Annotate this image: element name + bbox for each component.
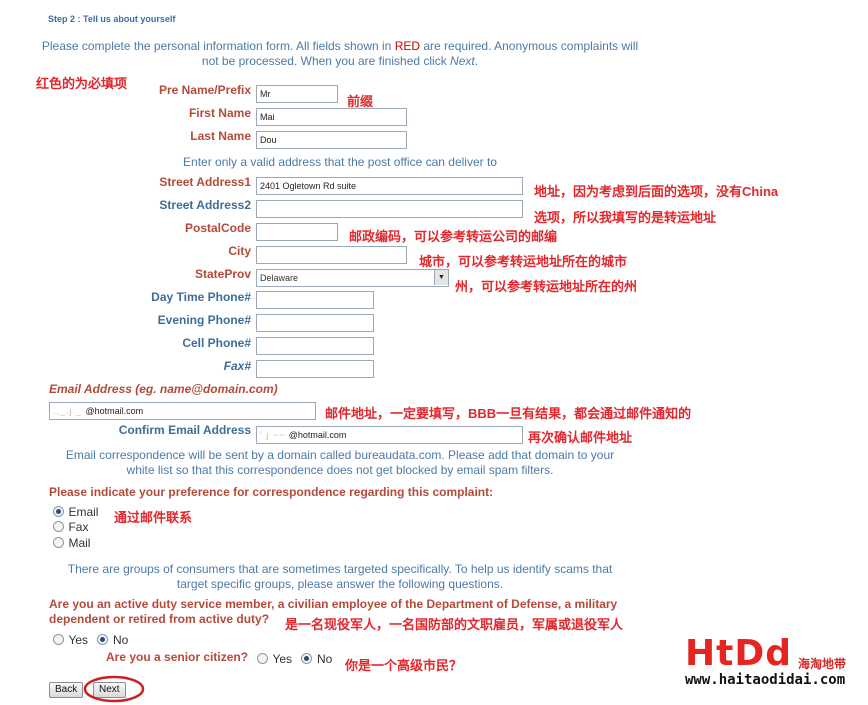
street1-input[interactable]: 2401 Ogletown Rd suite bbox=[256, 177, 523, 195]
fax-label: Fax# bbox=[223, 359, 251, 373]
radio-email[interactable] bbox=[53, 506, 64, 518]
radio-senior-no[interactable] bbox=[301, 653, 313, 665]
email-label: Email Address (eg. name@domain.com) bbox=[49, 382, 278, 396]
groups-note: There are groups of consumers that are s… bbox=[67, 562, 613, 591]
cell-phone-input[interactable] bbox=[256, 337, 374, 355]
confirm-email-label: Confirm Email Address bbox=[118, 423, 251, 437]
annotation-postal-hint: 邮政编码，可以参考转运公司的邮编 bbox=[349, 229, 558, 244]
annotation-senior-hint: 你是一个高级市民？ bbox=[345, 658, 463, 673]
radio-military-yes[interactable] bbox=[53, 634, 64, 646]
chevron-down-icon[interactable]: ▼ bbox=[434, 270, 448, 285]
prefix-input[interactable]: Mr bbox=[256, 85, 338, 103]
radio-mail-label: Mail bbox=[68, 536, 91, 550]
last-name-input[interactable]: Dou bbox=[256, 131, 407, 149]
watermark-logo: HtDd 海淘地带 www.haitaodidai.com bbox=[684, 633, 846, 689]
first-name-label: First Name bbox=[188, 106, 251, 120]
street2-label: Street Address2 bbox=[159, 198, 251, 212]
email-redacted-part: .,_.j _ bbox=[53, 406, 86, 416]
intro-next-word: Next bbox=[450, 54, 475, 68]
radio-senior-no-label: No bbox=[316, 652, 333, 666]
postal-label: PostalCode bbox=[184, 221, 251, 235]
annotation-email-hint: 邮件地址，一定要填写，BBB一旦有结果，都会通过邮件通知的 bbox=[325, 406, 692, 421]
radio-senior-yes[interactable] bbox=[257, 653, 268, 665]
radio-senior-yes-label: Yes bbox=[272, 652, 293, 666]
radio-mail[interactable] bbox=[53, 537, 64, 549]
intro-red-word: RED bbox=[394, 39, 421, 53]
email-domain-note: Email correspondence will be sent by a d… bbox=[65, 448, 615, 477]
annotation-confirm-hint: 再次确认邮件地址 bbox=[528, 430, 633, 445]
radio-military-yes-label: Yes bbox=[68, 633, 89, 647]
last-name-label: Last Name bbox=[190, 129, 251, 143]
annotation-address-hint-2: 选项，所以我填写的是转运地址 bbox=[534, 210, 717, 225]
highlight-circle bbox=[83, 675, 145, 703]
fax-input[interactable] bbox=[256, 360, 374, 378]
prefix-label: Pre Name/Prefix bbox=[158, 83, 251, 97]
logo-brand: HtDd bbox=[684, 633, 792, 674]
day-phone-input[interactable] bbox=[256, 291, 374, 309]
radio-fax[interactable] bbox=[53, 521, 64, 533]
senior-question: Are you a senior citizen? bbox=[106, 650, 249, 664]
correspondence-question: Please indicate your preference for corr… bbox=[49, 485, 494, 499]
cell-phone-label: Cell Phone# bbox=[182, 336, 251, 350]
radio-email-label: Email bbox=[68, 505, 99, 519]
logo-url: www.haitaodidai.com bbox=[684, 672, 846, 688]
state-label: StateProv bbox=[194, 267, 251, 281]
state-select-value: Delaware bbox=[260, 273, 299, 283]
senior-options: Yes No bbox=[257, 650, 332, 668]
annotation-address-hint-1: 地址，因为考虑到后面的选项，没有China bbox=[534, 184, 779, 199]
city-label: City bbox=[228, 244, 251, 258]
street1-label: Street Address1 bbox=[159, 175, 251, 189]
step-title: Step 2 : Tell us about yourself bbox=[48, 14, 176, 24]
street2-input[interactable] bbox=[256, 200, 523, 218]
evening-phone-input[interactable] bbox=[256, 314, 374, 332]
annotation-contact-hint: 通过邮件联系 bbox=[114, 510, 193, 525]
back-button[interactable]: Back bbox=[49, 682, 84, 698]
email-input-value: @hotmail.com bbox=[85, 406, 144, 416]
intro-end: . bbox=[474, 54, 479, 68]
state-select[interactable]: Delaware ▼ bbox=[256, 269, 449, 287]
intro-text: Please complete the personal information… bbox=[40, 39, 640, 69]
annotation-state-hint: 州，可以参考转运地址所在的州 bbox=[455, 279, 638, 294]
confirm-email-input[interactable]: ' j ~~ @hotmail.com bbox=[256, 426, 523, 444]
day-phone-label: Day Time Phone# bbox=[151, 290, 251, 304]
confirm-email-input-value: @hotmail.com bbox=[288, 430, 347, 440]
city-input[interactable] bbox=[256, 246, 407, 264]
logo-brand-sub: 海淘地带 bbox=[797, 657, 846, 671]
annotation-city-hint: 城市，可以参考转运地址所在的城市 bbox=[419, 254, 628, 269]
evening-phone-label: Evening Phone# bbox=[157, 313, 251, 327]
address-note: Enter only a valid address that the post… bbox=[183, 155, 497, 169]
intro-part1: Please complete the personal information… bbox=[41, 39, 395, 53]
confirm-email-redacted-part: ' j ~~ bbox=[260, 430, 289, 440]
military-options: Yes No bbox=[53, 631, 128, 649]
radio-military-no[interactable] bbox=[97, 634, 109, 646]
email-input[interactable]: .,_.j _ @hotmail.com bbox=[49, 402, 316, 420]
first-name-input[interactable]: Mai bbox=[256, 108, 407, 126]
postal-input[interactable] bbox=[256, 223, 338, 241]
annotation-military-hint: 是一名现役军人，一名国防部的文职雇员，军属或退役军人 bbox=[285, 617, 624, 632]
radio-military-no-label: No bbox=[112, 633, 129, 647]
radio-fax-label: Fax bbox=[68, 520, 89, 534]
correspondence-option-mail[interactable]: Mail bbox=[53, 534, 90, 552]
